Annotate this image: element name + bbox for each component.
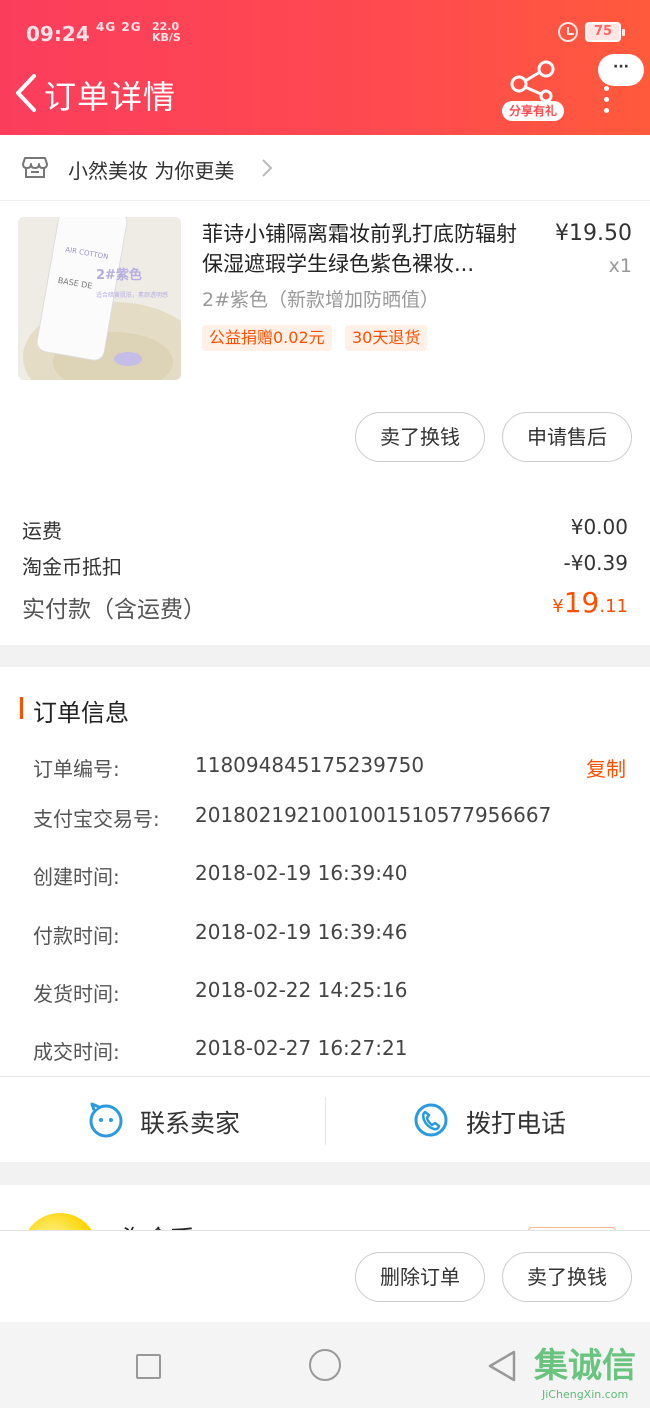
call-phone-label: 拨打电话 xyxy=(466,1109,567,1138)
battery-indicator: 75 xyxy=(585,22,625,42)
total-currency: ¥ xyxy=(552,596,564,617)
completed-time-value: 2018-02-27 16:27:21 xyxy=(195,1036,408,1060)
sell-for-cash-bottom-button[interactable]: 卖了换钱 xyxy=(502,1252,632,1302)
total-paid-value: ¥19.11 xyxy=(552,586,628,619)
system-nav-bar: 集诚信 JiChengXin.com xyxy=(0,1322,650,1408)
paid-time-label: 付款时间: xyxy=(33,924,120,948)
recent-apps-icon[interactable] xyxy=(136,1354,161,1379)
nav-back-icon[interactable] xyxy=(486,1349,518,1383)
network-speed-unit: KB/S xyxy=(152,31,181,44)
order-number-value: 118094845175239750 xyxy=(195,753,425,777)
coin-deduction-row: 淘金币抵扣 -¥0.39 xyxy=(22,551,628,580)
shop-row[interactable]: 小然美妆 为你更美 xyxy=(0,135,650,201)
shipped-time-label: 发货时间: xyxy=(33,982,120,1006)
share-label: 分享有礼 xyxy=(502,101,564,121)
product-quantity: x1 xyxy=(608,255,632,277)
product-photo-graphic: AIR COTTON BASE DE 2#紫色 适合暗黄肌肤，素颜透明感 xyxy=(18,217,181,380)
delete-order-button[interactable]: 删除订单 xyxy=(355,1252,485,1302)
share-button[interactable]: 分享有礼 xyxy=(500,60,566,124)
coin-deduction-value: -¥0.39 xyxy=(563,551,628,575)
contact-seller-button[interactable]: 联系卖家 xyxy=(0,1077,325,1163)
status-bar: 09:24 4G 2G 22.0 KB/S 75 xyxy=(0,0,650,66)
created-time-label: 创建时间: xyxy=(33,865,120,889)
page-title: 订单详情 xyxy=(44,78,177,116)
network-speed: 22.0 KB/S xyxy=(152,21,181,43)
shipping-fee-label: 运费 xyxy=(22,519,62,543)
return-policy-tag: 30天退货 xyxy=(345,325,428,351)
app-header: 09:24 4G 2G 22.0 KB/S 75 订单详情 分享有礼 ··· xyxy=(0,0,650,135)
total-paid-row: 实付款（含运费） ¥19.11 xyxy=(22,586,628,624)
shop-icon xyxy=(22,157,48,178)
watermark-logo: 集诚信 xyxy=(534,1346,636,1386)
product-image[interactable]: AIR COTTON BASE DE 2#紫色 适合暗黄肌肤，素颜透明感 xyxy=(18,217,181,380)
order-card: 小然美妆 为你更美 AIR COTTON BASE DE 2#紫色 适合暗黄肌肤… xyxy=(0,135,650,645)
contact-bar: 联系卖家 拨打电话 xyxy=(0,1076,650,1162)
watermark-domain: JiChengXin.com xyxy=(542,1388,629,1401)
order-info-section: 订单信息 订单编号: 118094845175239750 复制 支付宝交易号:… xyxy=(0,667,650,1162)
chat-face-icon xyxy=(89,1102,123,1138)
product-note-text: 适合暗黄肌肤，素颜透明感 xyxy=(96,291,168,299)
completed-time-label: 成交时间: xyxy=(33,1040,120,1064)
shop-name: 小然美妆 为你更美 xyxy=(68,159,235,183)
bottom-action-bar: 删除订单 卖了换钱 xyxy=(0,1230,650,1322)
copy-order-number-button[interactable]: 复制 xyxy=(586,753,626,782)
order-info-title: 订单信息 xyxy=(33,699,129,727)
signal-indicator: 4G 2G xyxy=(96,20,142,34)
sell-for-cash-button[interactable]: 卖了换钱 xyxy=(355,412,485,462)
contact-seller-label: 联系卖家 xyxy=(140,1109,241,1138)
home-icon[interactable] xyxy=(309,1349,341,1381)
total-decimal: .11 xyxy=(599,596,628,617)
message-bubble-button[interactable]: ··· xyxy=(598,54,644,86)
chevron-right-icon xyxy=(262,159,273,177)
back-button[interactable] xyxy=(10,70,44,116)
watermark: 集诚信 JiChengXin.com xyxy=(530,1330,650,1404)
shipping-fee-row: 运费 ¥0.00 xyxy=(22,515,628,544)
alipay-trade-label: 支付宝交易号: xyxy=(33,807,160,831)
shipping-fee-value: ¥0.00 xyxy=(570,515,628,539)
product-variant-text: 2#紫色 xyxy=(96,267,142,283)
paid-time-value: 2018-02-19 16:39:46 xyxy=(195,920,408,944)
shipped-time-value: 2018-02-22 14:25:16 xyxy=(195,978,408,1002)
chevron-left-icon xyxy=(16,74,36,112)
product-title[interactable]: 菲诗小铺隔离霜妆前乳打底防辐射保湿遮瑕学生绿色紫色裸妆... xyxy=(202,219,532,279)
share-icon xyxy=(510,60,555,102)
more-menu-icon[interactable] xyxy=(600,86,614,113)
section-accent-bar xyxy=(20,697,23,719)
product-sku: 2#紫色（新款增加防晒值） xyxy=(202,289,440,311)
alipay-trade-value: 2018021921001001510577956667 xyxy=(195,803,552,827)
total-integer: 19 xyxy=(563,586,600,619)
status-time: 09:24 xyxy=(26,22,90,46)
call-phone-button[interactable]: 拨打电话 xyxy=(325,1077,650,1163)
after-sales-button[interactable]: 申请售后 xyxy=(502,412,632,462)
product-price: ¥19.50 xyxy=(555,221,632,246)
alarm-icon xyxy=(558,22,578,42)
coin-deduction-label: 淘金币抵扣 xyxy=(22,555,122,579)
phone-icon xyxy=(414,1103,448,1137)
created-time-value: 2018-02-19 16:39:40 xyxy=(195,861,408,885)
charity-tag: 公益捐赠0.02元 xyxy=(202,325,332,351)
total-paid-label: 实付款（含运费） xyxy=(22,597,206,623)
order-number-label: 订单编号: xyxy=(33,757,120,781)
